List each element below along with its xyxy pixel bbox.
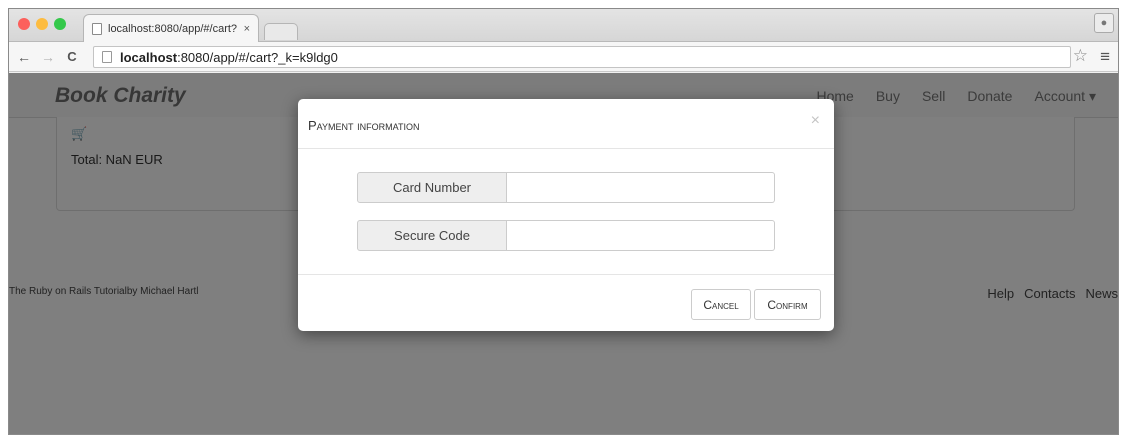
bookmark-star-icon[interactable]: ☆ [1073,46,1088,66]
tab-strip: localhost:8080/app/#/cart? × ● [9,9,1118,42]
browser-tab[interactable]: localhost:8080/app/#/cart? × [83,14,259,42]
url-text: localhost:8080/app/#/cart?_k=k9ldg0 [120,50,338,65]
card-number-label: Card Number [357,172,507,203]
web-page: Book Charity Home Buy Sell Donate Accoun… [9,73,1118,434]
secure-code-label: Secure Code [357,220,507,251]
modal-header: Payment information × [298,99,834,149]
profile-icon[interactable]: ● [1094,13,1114,33]
confirm-button[interactable]: Confirm [754,289,821,320]
secure-code-input[interactable] [507,220,775,251]
card-number-group: Card Number [357,172,775,203]
window-controls [18,18,66,30]
back-icon[interactable]: ← [15,49,33,65]
minimize-window-button[interactable] [36,18,48,30]
url-path: :8080/app/#/cart?_k=k9ldg0 [177,49,338,65]
address-bar[interactable]: localhost:8080/app/#/cart?_k=k9ldg0 [93,46,1071,68]
page-icon [92,22,102,35]
tab-title: localhost:8080/app/#/cart? [108,22,238,35]
forward-icon[interactable]: → [39,49,57,65]
menu-icon[interactable]: ≡ [1100,47,1110,67]
card-number-input[interactable] [507,172,775,203]
browser-toolbar: ← → C localhost:8080/app/#/cart?_k=k9ldg… [9,42,1118,72]
modal-title: Payment information [308,118,420,133]
maximize-window-button[interactable] [54,18,66,30]
browser-window: localhost:8080/app/#/cart? × ● ← → C loc… [8,8,1119,435]
payment-modal: Payment information × Card Number Secure… [298,99,834,331]
modal-footer: Cancel Confirm [298,274,834,331]
cancel-button[interactable]: Cancel [691,289,751,320]
close-tab-icon[interactable]: × [244,23,250,35]
page-icon [102,51,112,63]
new-tab-button[interactable] [264,23,298,40]
close-icon[interactable]: × [811,112,820,130]
reload-icon[interactable]: C [63,49,81,64]
secure-code-group: Secure Code [357,220,775,251]
close-window-button[interactable] [18,18,30,30]
url-host: localhost [120,49,178,65]
